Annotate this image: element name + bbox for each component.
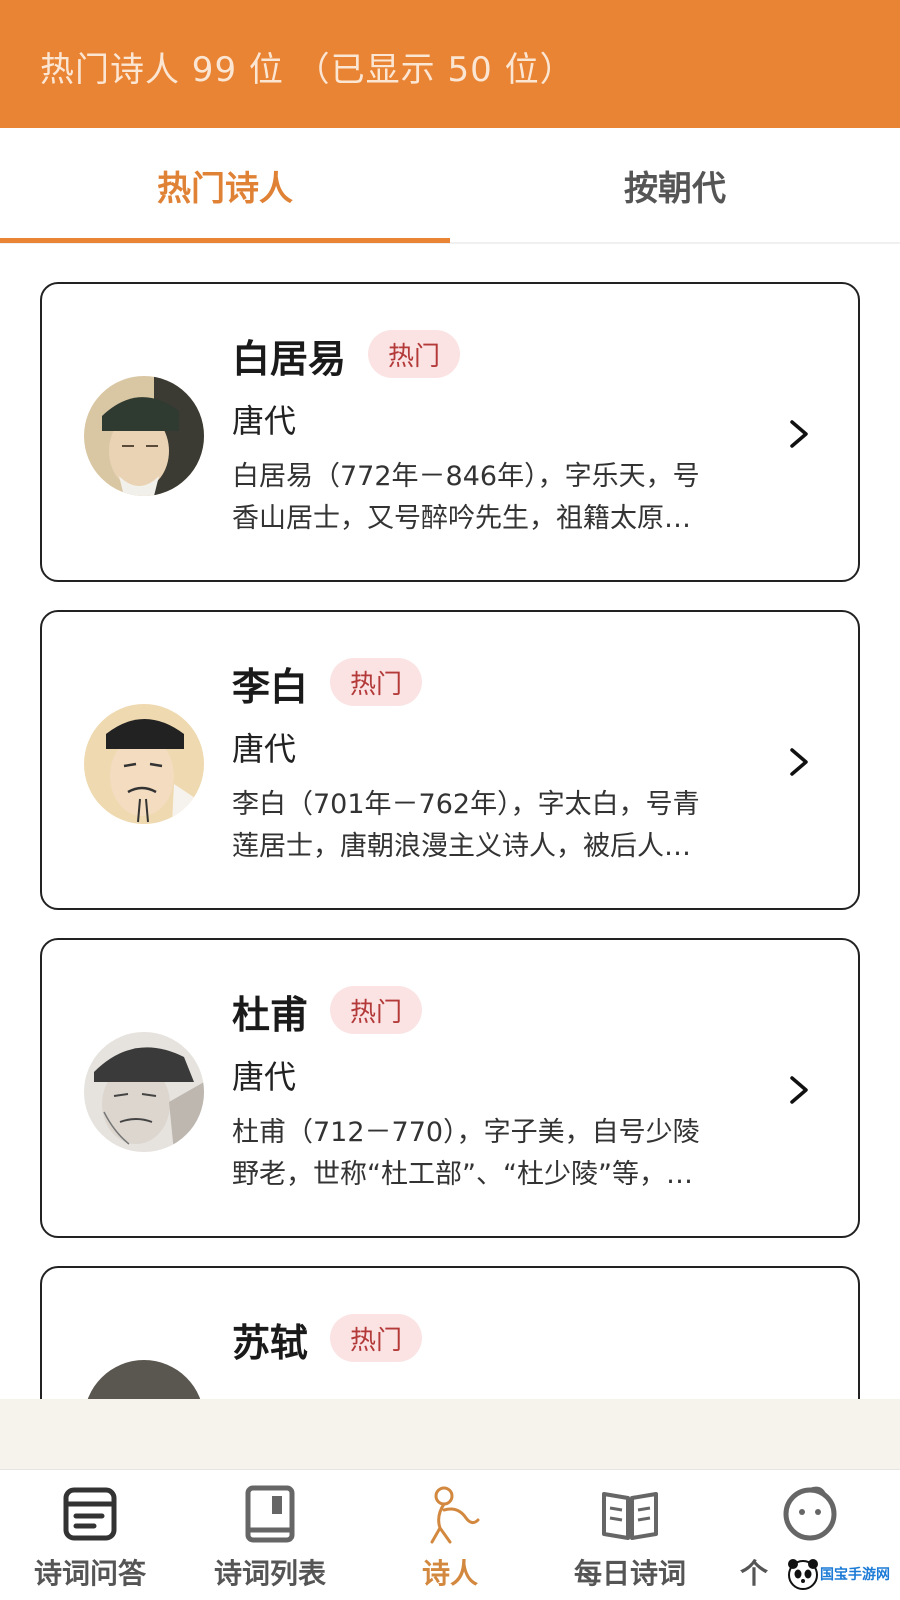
list-fade-overlay: [0, 1399, 900, 1469]
nav-item-poem-list[interactable]: 诗词列表: [180, 1470, 360, 1600]
poet-description: 杜甫（712－770），字子美，自号少陵 野老，世称“杜工部”、“杜少陵”等，…: [232, 1112, 752, 1196]
description-line: 白居易（772年－846年），字乐天，号: [232, 461, 700, 492]
hot-badge: 热门: [330, 1314, 423, 1362]
poet-icon: [430, 1486, 480, 1544]
nav-label: 诗词列表: [213, 1557, 326, 1590]
poet-card[interactable]: 白居易 热门 唐代 白居易（772年－846年），字乐天，号 香山居士，又号醉吟…: [40, 282, 860, 582]
poet-name: 杜甫: [232, 993, 309, 1037]
tab-bar: 热门诗人 按朝代: [0, 128, 900, 244]
avatar: [84, 1032, 204, 1152]
description-line: 野老，世称“杜工部”、“杜少陵”等，…: [232, 1159, 693, 1190]
page-title: 热门诗人 99 位 （已显示 50 位）: [40, 50, 575, 90]
chevron-right-icon[interactable]: [784, 1070, 814, 1110]
chevron-right-icon[interactable]: [784, 742, 814, 782]
nav-label: 每日诗词: [573, 1557, 686, 1590]
watermark-text: 国宝手游网: [820, 1567, 890, 1583]
avatar: [84, 376, 204, 496]
description-line: 杜甫（712－770），字子美，自号少陵: [232, 1117, 700, 1148]
poet-dynasty: 唐代: [232, 402, 297, 440]
description-line: 香山居士，又号醉吟先生，祖籍太原…: [232, 503, 691, 534]
avatar: [84, 1360, 204, 1399]
tab-hot-poets[interactable]: 热门诗人: [0, 128, 450, 242]
panda-logo-icon: [788, 1559, 818, 1590]
poet-list[interactable]: 白居易 热门 唐代 白居易（772年－846年），字乐天，号 香山居士，又号醉吟…: [0, 244, 900, 1399]
app-header: 热门诗人 99 位 （已显示 50 位）: [0, 0, 900, 128]
nav-item-qa[interactable]: 诗词问答: [0, 1470, 180, 1600]
poet-card[interactable]: 杜甫 热门 唐代 杜甫（712－770），字子美，自号少陵 野老，世称“杜工部”…: [40, 938, 860, 1238]
hot-badge: 热门: [330, 986, 423, 1034]
poet-name: 白居易: [232, 337, 347, 381]
open-book-icon: [602, 1492, 658, 1540]
avatar: [84, 704, 204, 824]
qa-icon: [63, 1487, 117, 1541]
description-line: 莲居士，唐朝浪漫主义诗人，被后人…: [232, 831, 691, 862]
profile-face-icon: [783, 1486, 837, 1541]
hot-badge: 热门: [330, 658, 423, 706]
nav-label: 诗词问答: [33, 1557, 146, 1590]
bottom-nav: 诗词问答 诗词列表 诗人 每日诗词 个: [0, 1469, 900, 1600]
site-watermark: 国宝手游网: [786, 1552, 896, 1596]
nav-label: 诗人: [421, 1557, 478, 1590]
poet-card[interactable]: 苏轼 热门: [40, 1266, 860, 1399]
description-line: 李白（701年－762年），字太白，号青: [232, 789, 700, 820]
book-icon: [245, 1485, 295, 1543]
nav-item-daily-poem[interactable]: 每日诗词: [540, 1470, 720, 1600]
poet-dynasty: 唐代: [232, 1058, 297, 1096]
poet-description: 白居易（772年－846年），字乐天，号 香山居士，又号醉吟先生，祖籍太原…: [232, 456, 752, 540]
poet-name: 苏轼: [232, 1321, 309, 1365]
poet-name: 李白: [232, 665, 309, 709]
poet-card[interactable]: 李白 热门 唐代 李白（701年－762年），字太白，号青 莲居士，唐朝浪漫主义…: [40, 610, 860, 910]
nav-item-poets[interactable]: 诗人: [360, 1470, 540, 1600]
poet-description: 李白（701年－762年），字太白，号青 莲居士，唐朝浪漫主义诗人，被后人…: [232, 784, 752, 868]
poet-dynasty: 唐代: [232, 730, 297, 768]
active-tab-indicator: [0, 238, 450, 243]
chevron-right-icon[interactable]: [784, 414, 814, 454]
tab-by-dynasty[interactable]: 按朝代: [450, 128, 900, 242]
hot-badge: 热门: [368, 330, 461, 378]
